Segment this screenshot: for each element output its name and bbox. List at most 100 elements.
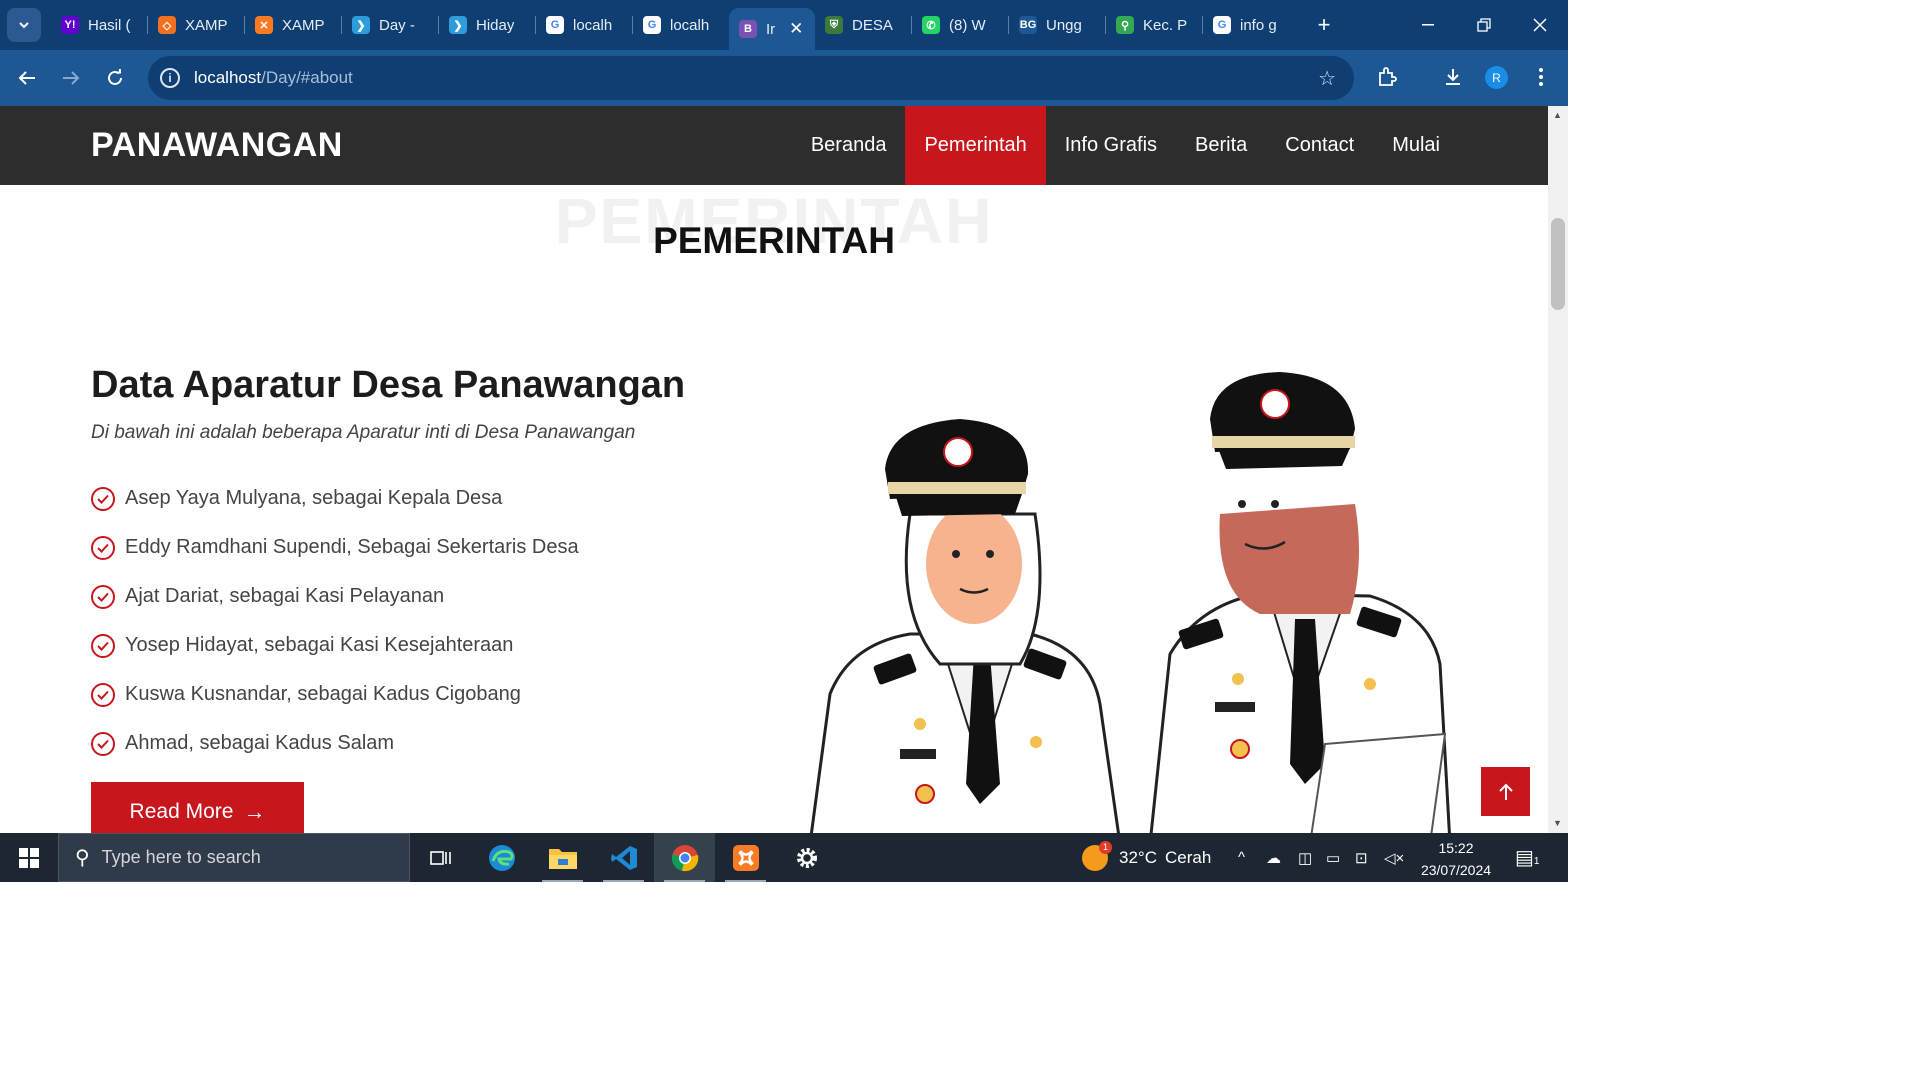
start-button[interactable]	[0, 833, 58, 882]
reload-button[interactable]	[93, 58, 137, 98]
whatsapp-icon: ✆	[922, 16, 940, 34]
weather-temp: 32°C	[1119, 847, 1157, 867]
edge-icon[interactable]	[471, 833, 532, 882]
read-more-button[interactable]: Read More →	[91, 782, 304, 833]
nav-link-mulai[interactable]: Mulai	[1373, 106, 1459, 185]
section-title: PEMERINTAH	[653, 220, 895, 261]
tab[interactable]: Ginfo g	[1203, 8, 1299, 42]
tab[interactable]: ⛨ DESA	[815, 8, 911, 42]
chrome-icon[interactable]	[654, 833, 715, 882]
tab[interactable]: Glocalh	[633, 8, 729, 42]
menu-kebab-icon[interactable]	[1523, 58, 1559, 96]
file-explorer-icon[interactable]	[532, 833, 593, 882]
bg-icon: BG	[1019, 16, 1037, 34]
settings-gear-icon[interactable]	[776, 833, 837, 882]
official-name: Yosep Hidayat, sebagai Kasi Kesejahteraa…	[125, 634, 514, 656]
yahoo-icon: Y!	[61, 16, 79, 34]
tab[interactable]: ❯ Hiday	[439, 8, 535, 42]
tab-title: Day -	[379, 16, 415, 34]
forward-button[interactable]	[49, 58, 93, 98]
tab[interactable]: Y! Hasil (	[51, 8, 147, 42]
tab[interactable]: Glocalh	[536, 8, 632, 42]
official-name: Eddy Ramdhani Supendi, Sebagai Sekertari…	[125, 536, 579, 558]
scroll-down-arrow-icon[interactable]: ▼	[1553, 818, 1562, 828]
tab-strip: Y! Hasil (◇ XAMP ✕ XAMP ❯ Day - ❯ Hiday Glocalh Gl…	[0, 0, 1568, 50]
forward-arrow-icon	[63, 71, 80, 85]
check-circle-icon	[91, 731, 115, 756]
tab[interactable]: ◇ XAMP	[148, 8, 244, 42]
onedrive-cloud-icon[interactable]: ☁	[1266, 833, 1281, 882]
tab-search-button[interactable]	[7, 8, 41, 42]
official-name: Ahmad, sebagai Kadus Salam	[125, 732, 395, 754]
tab-title: XAMP	[282, 16, 325, 34]
minimize-button[interactable]	[1400, 0, 1456, 50]
check-circle-icon	[91, 486, 115, 511]
nav-link-pemerintah[interactable]: Pemerintah	[905, 106, 1046, 185]
tab[interactable]: ✕ XAMP	[245, 8, 341, 42]
new-tab-button[interactable]: +	[1309, 12, 1339, 38]
bookmark-star-icon[interactable]: ☆	[1318, 66, 1336, 91]
back-to-top-button[interactable]	[1481, 767, 1530, 816]
nav-link-berita[interactable]: Berita	[1176, 106, 1266, 185]
vscode-icon[interactable]	[593, 833, 654, 882]
restore-button[interactable]	[1456, 0, 1512, 50]
search-icon: ⚲	[75, 847, 90, 869]
display-icon[interactable]: ⊡	[1355, 833, 1368, 882]
arrow-up-icon	[1498, 783, 1513, 800]
close-icon	[1533, 18, 1547, 32]
tab[interactable]: ✆ (8) W	[912, 8, 1008, 42]
weather-desc: Cerah	[1164, 847, 1212, 867]
tray-chevron-up-icon[interactable]: ^	[1238, 833, 1245, 882]
clock-time: 15:22	[1438, 840, 1474, 856]
scroll-up-arrow-icon[interactable]: ▲	[1553, 110, 1562, 120]
back-button[interactable]	[5, 58, 49, 98]
weather-widget[interactable]: 1 32°C Cerah	[1082, 833, 1211, 882]
profile-avatar[interactable]: R	[1485, 66, 1508, 89]
meet-now-icon[interactable]: ◫	[1298, 833, 1312, 882]
list-item: Asep Yaya Mulyana, sebagai Kepala Desa	[91, 474, 579, 523]
tab-title: XAMP	[185, 16, 228, 34]
arrow-right-icon: →	[243, 799, 266, 824]
taskbar-search[interactable]: ⚲ Type here to search	[58, 833, 410, 882]
notification-icon[interactable]: ▤1	[1515, 845, 1539, 870]
tab-close-icon[interactable]: ✕	[789, 19, 803, 39]
tab-title: Hasil (	[88, 16, 131, 34]
url-text[interactable]: localhost/Day/#about	[194, 68, 353, 88]
system-clock[interactable]: 15:22 23/07/2024	[1418, 837, 1494, 881]
google-icon: G	[546, 16, 564, 34]
nav-link-info-grafis[interactable]: Info Grafis	[1046, 106, 1176, 185]
clock-date: 23/07/2024	[1420, 862, 1492, 878]
scrollbar-thumb[interactable]	[1551, 218, 1565, 310]
tab-title: Ungg	[1046, 16, 1082, 34]
tab-title: info g	[1240, 16, 1277, 34]
site-info-icon[interactable]: i	[160, 68, 180, 88]
tab-title: DESA	[852, 16, 893, 34]
network-icon[interactable]: ▭	[1326, 833, 1340, 882]
extensions-icon[interactable]	[1369, 58, 1405, 96]
about-heading: Data Aparatur Desa Panawangan	[91, 364, 686, 406]
officials-list: Asep Yaya Mulyana, sebagai Kepala Desa Ed…	[91, 474, 579, 768]
xampp-icon: ✕	[255, 16, 273, 34]
download-icon[interactable]	[1435, 58, 1471, 96]
tab[interactable]: ❯ Day -	[342, 8, 438, 42]
tab-title: Kec. P	[1143, 16, 1188, 34]
maps-pin-icon: ⚲	[1116, 16, 1134, 34]
bootstrap-icon: B	[739, 20, 757, 38]
nav-link-contact[interactable]: Contact	[1266, 106, 1373, 185]
nav-link-beranda[interactable]: Beranda	[792, 106, 906, 185]
site-logo[interactable]: PANAWANGAN	[91, 126, 343, 165]
tab-title: localh	[670, 16, 710, 34]
tab-active[interactable]: B Ir ✕	[729, 8, 815, 50]
task-view-icon[interactable]	[410, 833, 471, 882]
list-item: Kuswa Kusnandar, sebagai Kadus Cigobang	[91, 670, 579, 719]
official-name: Kuswa Kusnandar, sebagai Kadus Cigobang	[125, 683, 521, 705]
tab[interactable]: BG Ungg	[1009, 8, 1105, 42]
speaker-muted-icon[interactable]: ◁×	[1384, 833, 1404, 882]
back-arrow-icon	[18, 71, 35, 85]
page-scrollbar[interactable]: ▲ ▼	[1548, 106, 1568, 833]
address-bar[interactable]: i localhost/Day/#about ☆	[148, 56, 1354, 100]
xampp-icon[interactable]	[715, 833, 776, 882]
google-icon: G	[1213, 16, 1231, 34]
close-window-button[interactable]	[1512, 0, 1568, 50]
tab[interactable]: ⚲ Kec. P	[1106, 8, 1202, 42]
